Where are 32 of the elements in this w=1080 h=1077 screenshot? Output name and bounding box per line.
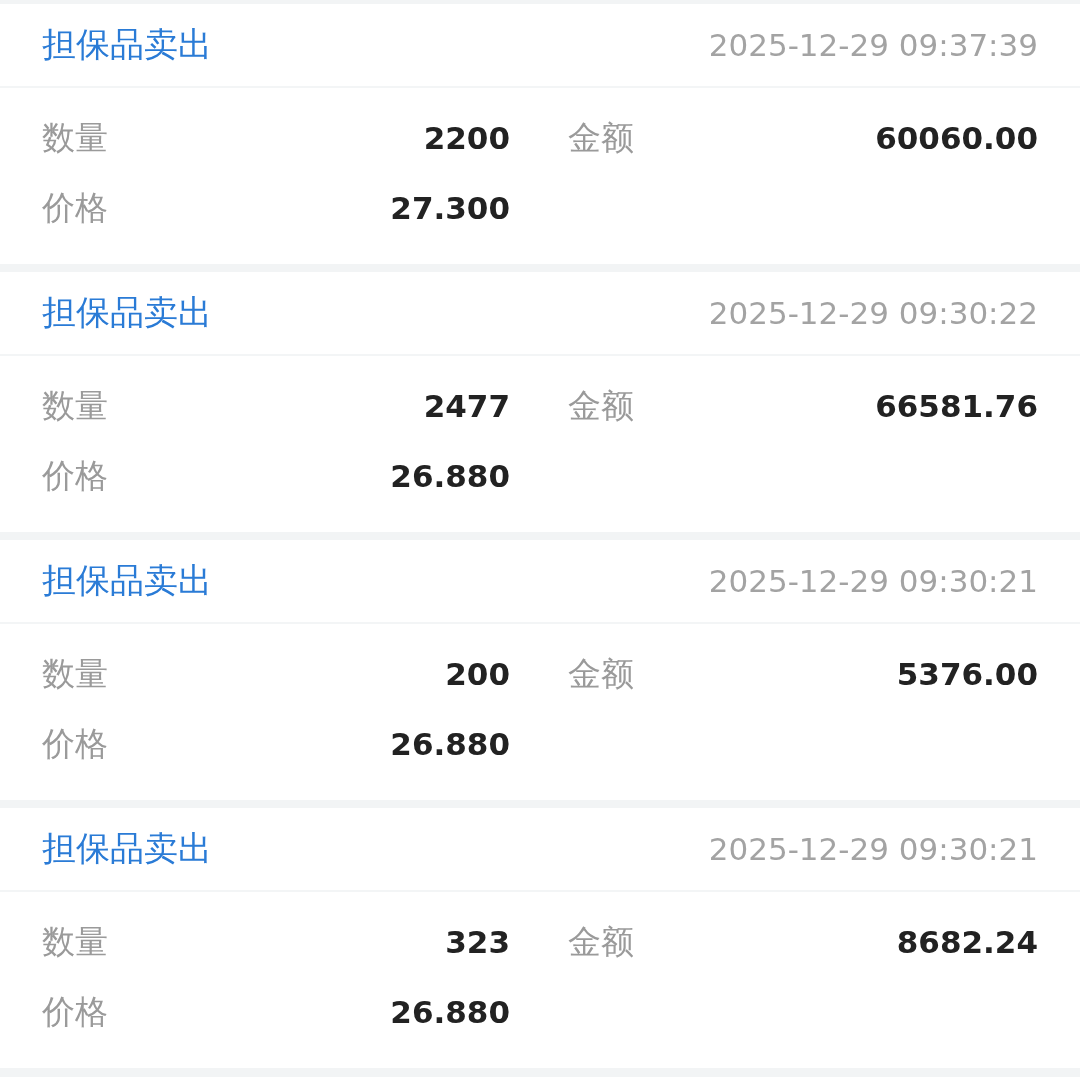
field-value: 2477 — [423, 388, 510, 424]
field-value: 26.880 — [390, 458, 510, 494]
field-value: 66581.76 — [875, 388, 1038, 424]
record-time: 2025-12-29 09:30:22 — [708, 295, 1038, 331]
field-label: 金额 — [568, 116, 634, 159]
record-time: 2025-12-29 09:30:21 — [708, 831, 1038, 867]
record-time: 2025-12-29 09:37:39 — [708, 27, 1038, 63]
field-label: 数量 — [42, 920, 108, 963]
field-value: 60060.00 — [875, 120, 1038, 156]
field-label: 价格 — [42, 454, 108, 497]
record-type: 担保品卖出 — [42, 291, 212, 334]
field-value: 200 — [445, 656, 510, 692]
record-time: 2025-12-29 09:30:21 — [708, 563, 1038, 599]
field-label: 金额 — [568, 384, 634, 427]
field-label: 数量 — [42, 116, 108, 159]
field-value: 2200 — [423, 120, 510, 156]
field-value: 8682.24 — [896, 924, 1038, 960]
record-type: 担保品卖出 — [42, 559, 212, 602]
field-value: 26.880 — [390, 726, 510, 762]
field-label: 金额 — [568, 652, 634, 695]
field-label: 价格 — [42, 722, 108, 765]
record-type: 担保品卖出 — [42, 827, 212, 870]
field-label: 价格 — [42, 186, 108, 229]
field-value: 26.880 — [390, 994, 510, 1030]
field-label: 数量 — [42, 652, 108, 695]
record-type: 担保品卖出 — [42, 23, 212, 66]
field-value: 5376.00 — [896, 656, 1038, 692]
field-label: 价格 — [42, 990, 108, 1033]
field-value: 27.300 — [390, 190, 510, 226]
field-value: 323 — [445, 924, 510, 960]
field-label: 金额 — [568, 920, 634, 963]
field-label: 数量 — [42, 384, 108, 427]
